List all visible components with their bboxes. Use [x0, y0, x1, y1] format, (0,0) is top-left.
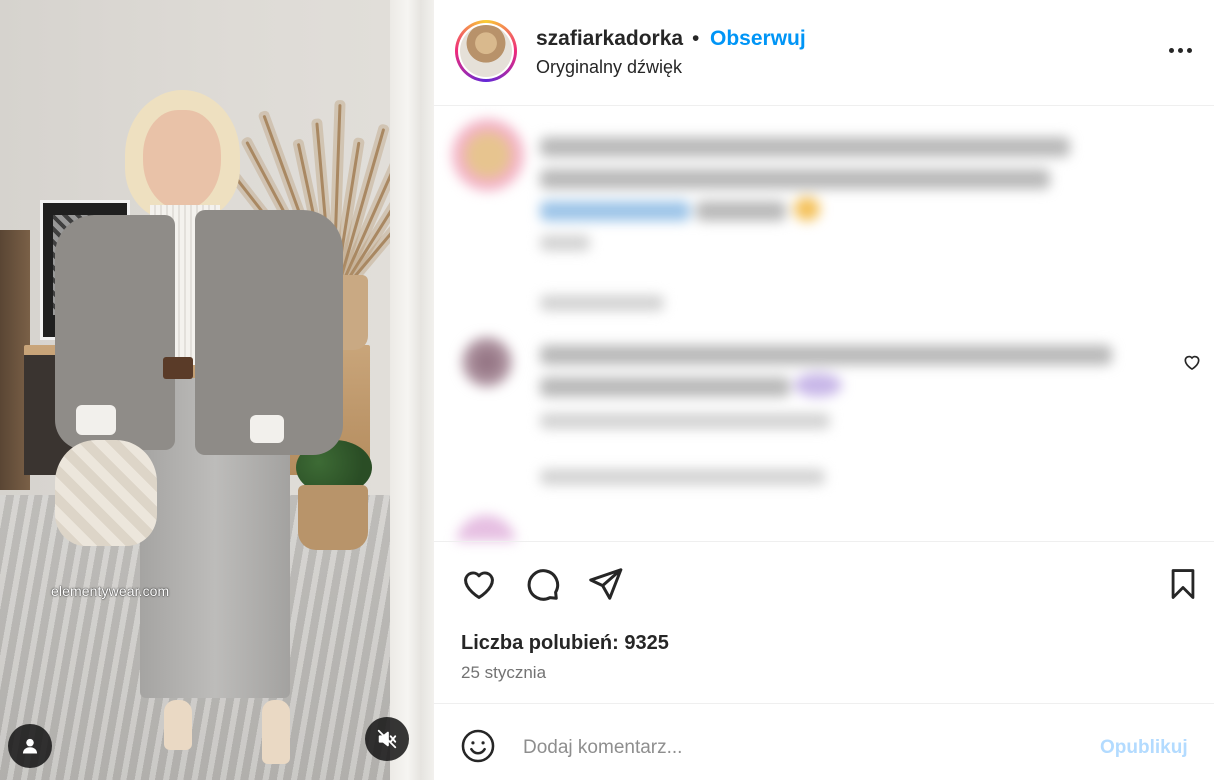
smiley-icon	[461, 729, 495, 763]
comment-text-line	[540, 137, 1070, 157]
person-cuff-left	[76, 405, 116, 435]
follow-button[interactable]: Obserwuj	[710, 27, 806, 51]
post-header: szafiarkadorka • Obserwuj Oryginalny dźw…	[434, 0, 1214, 106]
username-link[interactable]: szafiarkadorka	[536, 27, 683, 51]
comment-replies-line	[540, 295, 664, 311]
person-handbag	[55, 440, 157, 546]
comment-mention-line	[540, 201, 690, 221]
comment-text-line	[540, 345, 1112, 365]
comment-avatar	[462, 337, 512, 387]
mute-toggle-button[interactable]	[365, 717, 409, 761]
story-ring[interactable]	[455, 20, 517, 82]
comment-emoji	[794, 197, 820, 221]
person-icon	[22, 738, 38, 754]
like-button[interactable]	[459, 564, 499, 604]
comment-text-line	[696, 201, 786, 221]
comment-text-line	[540, 169, 1050, 189]
comment-emoji	[794, 373, 842, 397]
person-shoe-right	[262, 700, 290, 764]
avatar-border	[458, 23, 514, 79]
add-comment-bar: Opublikuj	[434, 703, 1214, 780]
emoji-picker-button[interactable]	[458, 726, 498, 766]
person-shoe-left	[164, 700, 192, 750]
avatar[interactable]	[460, 25, 512, 77]
person-belt	[163, 357, 193, 379]
comment-button[interactable]	[522, 564, 562, 604]
comment-like-icon[interactable]	[1182, 352, 1202, 372]
heart-icon	[464, 571, 494, 599]
comment-bubble-icon	[527, 569, 560, 601]
comment-meta-line	[540, 413, 830, 429]
person-face	[143, 110, 221, 210]
publish-button[interactable]: Opublikuj	[1100, 737, 1188, 759]
person-cuff-right	[250, 415, 284, 443]
comment-meta-line	[540, 235, 590, 251]
paper-plane-icon	[589, 568, 623, 600]
post-side-panel: szafiarkadorka • Obserwuj Oryginalny dźw…	[434, 0, 1214, 780]
comment-avatar	[456, 515, 516, 541]
user-tags-button[interactable]	[8, 724, 52, 768]
post-date[interactable]: 25 stycznia	[461, 663, 546, 683]
more-horizontal-icon	[1168, 47, 1192, 53]
comment-text-line	[540, 377, 790, 397]
more-options-button[interactable]	[1162, 32, 1198, 68]
post-actions: Liczba polubień: 9325 25 stycznia	[434, 541, 1214, 703]
bookmark-icon	[1171, 569, 1195, 599]
save-button[interactable]	[1163, 564, 1203, 604]
post-media[interactable]: elementywear.com	[0, 0, 434, 780]
header-separator: •	[692, 27, 700, 50]
share-button[interactable]	[585, 564, 625, 604]
media-watermark: elementywear.com	[51, 583, 170, 599]
comment-avatar	[452, 119, 524, 191]
media-person	[0, 0, 434, 780]
likes-count[interactable]: Liczba polubień: 9325	[461, 632, 669, 655]
comment-replies-line	[540, 469, 825, 485]
speaker-muted-icon	[377, 729, 397, 749]
comments-list-blurred	[434, 107, 1214, 541]
audio-link[interactable]: Oryginalny dźwięk	[536, 57, 682, 78]
comment-input[interactable]	[523, 734, 1083, 762]
